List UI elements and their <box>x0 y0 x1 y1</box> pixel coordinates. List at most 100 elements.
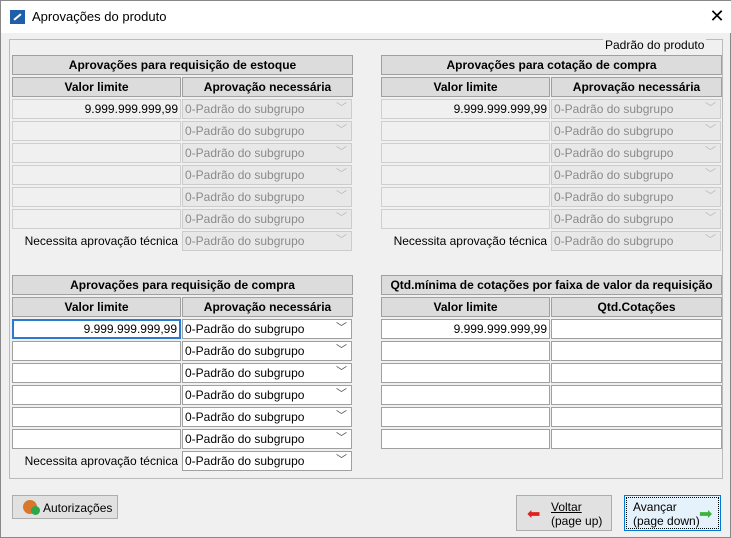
value-limit-input[interactable] <box>12 363 181 383</box>
chevron-down-icon[interactable]: ﹀ <box>705 143 716 161</box>
value-limit-input[interactable] <box>381 407 550 427</box>
approval-value: 0-Padrão do subgrupo <box>185 168 305 182</box>
approval-select: 0-Padrão do subgrupo ﹀ <box>182 187 352 207</box>
column-header-value: Valor limite <box>381 297 550 317</box>
chevron-down-icon[interactable]: ﹀ <box>336 363 347 381</box>
approval-select: 0-Padrão do subgrupo ﹀ <box>182 99 352 119</box>
chevron-down-icon[interactable]: ﹀ <box>336 451 347 469</box>
value-limit-input[interactable] <box>12 407 181 427</box>
chevron-down-icon[interactable]: ﹀ <box>705 209 716 227</box>
approval-value: 0-Padrão do subgrupo <box>185 322 305 336</box>
approval-value: 0-Padrão do subgrupo <box>554 124 674 138</box>
authorizations-button[interactable]: Autorizações <box>12 495 118 519</box>
value-limit-input <box>12 165 181 185</box>
chevron-down-icon[interactable]: ﹀ <box>336 121 347 139</box>
back-button[interactable]: ⬅ Voltar (page up) <box>516 495 612 531</box>
value-limit-input[interactable] <box>381 341 550 361</box>
approval-select: 0-Padrão do subgrupo ﹀ <box>551 121 721 141</box>
chevron-down-icon[interactable]: ﹀ <box>705 231 716 249</box>
technical-approval-value: 0-Padrão do subgrupo <box>554 234 674 248</box>
value-limit-input <box>381 165 550 185</box>
value-limit-input[interactable]: 9.999.999.999,99 <box>381 319 550 339</box>
approval-select: 0-Padrão do subgrupo ﹀ <box>551 165 721 185</box>
value-limit-input[interactable] <box>381 363 550 383</box>
value-limit-input[interactable] <box>381 385 550 405</box>
approval-select[interactable]: 0-Padrão do subgrupo ﹀ <box>182 319 352 339</box>
next-label: Avançar <box>633 500 677 514</box>
approval-value: 0-Padrão do subgrupo <box>554 212 674 226</box>
approval-select[interactable]: 0-Padrão do subgrupo ﹀ <box>182 429 352 449</box>
quote-count-input[interactable] <box>551 429 722 449</box>
technical-approval-select: 0-Padrão do subgrupo ﹀ <box>551 231 721 251</box>
chevron-down-icon[interactable]: ﹀ <box>705 165 716 183</box>
next-button[interactable]: Avançar (page down) ➡ <box>624 495 721 531</box>
value-limit-input <box>12 209 181 229</box>
approval-select[interactable]: 0-Padrão do subgrupo ﹀ <box>182 341 352 361</box>
technical-approval-select: 0-Padrão do subgrupo ﹀ <box>182 231 352 251</box>
chevron-down-icon[interactable]: ﹀ <box>705 187 716 205</box>
value-limit-input <box>12 121 181 141</box>
approval-select: 0-Padrão do subgrupo ﹀ <box>182 121 352 141</box>
close-button[interactable]: ✕ <box>702 1 731 31</box>
quote-count-input[interactable] <box>551 341 722 361</box>
chevron-down-icon[interactable]: ﹀ <box>336 319 347 337</box>
approval-select: 0-Padrão do subgrupo ﹀ <box>551 187 721 207</box>
panel-title-cotacao: Aprovações para cotação de compra <box>381 55 722 75</box>
chevron-down-icon[interactable]: ﹀ <box>336 341 347 359</box>
approval-value: 0-Padrão do subgrupo <box>185 146 305 160</box>
next-shortcut: (page down) <box>633 514 700 528</box>
chevron-down-icon[interactable]: ﹀ <box>336 209 347 227</box>
approval-value: 0-Padrão do subgrupo <box>554 102 674 116</box>
value-limit-input <box>381 121 550 141</box>
approval-select: 0-Padrão do subgrupo ﹀ <box>551 143 721 163</box>
value-limit-input[interactable]: 9.999.999.999,99 <box>12 319 181 339</box>
value-limit-input[interactable] <box>12 429 181 449</box>
authorizations-label: Autorizações <box>43 501 113 515</box>
technical-approval-select[interactable]: 0-Padrão do subgrupo ﹀ <box>182 451 352 471</box>
chevron-down-icon[interactable]: ﹀ <box>705 121 716 139</box>
chevron-down-icon[interactable]: ﹀ <box>336 407 347 425</box>
approval-select: 0-Padrão do subgrupo ﹀ <box>182 165 352 185</box>
value-limit-input[interactable] <box>12 385 181 405</box>
check-badge-icon <box>31 506 40 515</box>
technical-approval-label: Necessita aprovação técnica <box>24 234 178 248</box>
quote-count-input[interactable] <box>551 407 722 427</box>
chevron-down-icon[interactable]: ﹀ <box>336 429 347 447</box>
chevron-down-icon[interactable]: ﹀ <box>336 187 347 205</box>
chevron-down-icon[interactable]: ﹀ <box>336 99 347 117</box>
chevron-down-icon[interactable]: ﹀ <box>336 385 347 403</box>
approval-select[interactable]: 0-Padrão do subgrupo ﹀ <box>182 385 352 405</box>
value-limit-input <box>12 143 181 163</box>
approval-select: 0-Padrão do subgrupo ﹀ <box>182 209 352 229</box>
technical-approval-label: Necessita aprovação técnica <box>24 454 178 468</box>
value-limit-input <box>12 187 181 207</box>
column-header-value: Valor limite <box>12 77 181 97</box>
quote-count-input[interactable] <box>551 363 722 383</box>
app-icon <box>10 10 25 24</box>
approval-select[interactable]: 0-Padrão do subgrupo ﹀ <box>182 407 352 427</box>
chevron-down-icon[interactable]: ﹀ <box>336 231 347 249</box>
value-limit-input <box>381 143 550 163</box>
approval-select: 0-Padrão do subgrupo ﹀ <box>551 99 721 119</box>
quote-count-input[interactable] <box>551 385 722 405</box>
column-header-second: Aprovação necessária <box>182 297 353 317</box>
arrow-right-icon: ➡ <box>699 506 713 523</box>
back-shortcut: (page up) <box>551 514 603 528</box>
quote-count-input[interactable] <box>551 319 722 339</box>
value-limit-input[interactable] <box>12 341 181 361</box>
chevron-down-icon[interactable]: ﹀ <box>336 143 347 161</box>
value-limit-input: 9.999.999.999,99 <box>12 99 181 119</box>
technical-approval-value: 0-Padrão do subgrupo <box>185 454 305 468</box>
panel-title-compra: Aprovações para requisição de compra <box>12 275 353 295</box>
value-limit-input[interactable] <box>381 429 550 449</box>
chevron-down-icon[interactable]: ﹀ <box>705 99 716 117</box>
column-header-second: Qtd.Cotações <box>551 297 722 317</box>
chevron-down-icon[interactable]: ﹀ <box>336 165 347 183</box>
technical-approval-label: Necessita aprovação técnica <box>393 234 547 248</box>
approval-value: 0-Padrão do subgrupo <box>185 344 305 358</box>
value-limit-input <box>381 209 550 229</box>
approval-select: 0-Padrão do subgrupo ﹀ <box>551 209 721 229</box>
approval-select[interactable]: 0-Padrão do subgrupo ﹀ <box>182 363 352 383</box>
approval-value: 0-Padrão do subgrupo <box>554 146 674 160</box>
approval-value: 0-Padrão do subgrupo <box>554 168 674 182</box>
